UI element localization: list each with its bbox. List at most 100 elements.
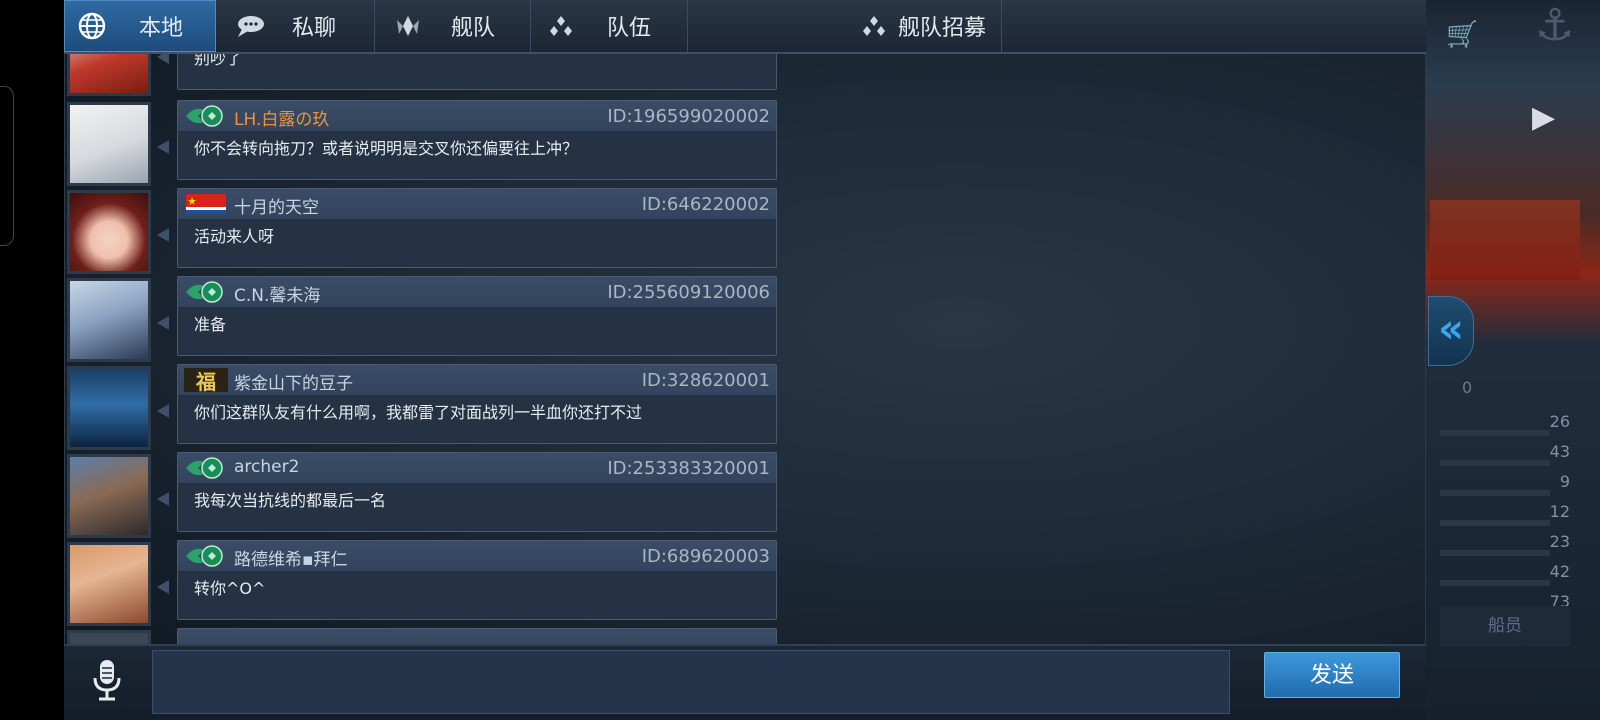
message-list[interactable]: 别吵了 LH.白露の玖 ID:196599020002 你不会转向拖刀？或者说明… xyxy=(65,54,785,644)
tab-label: 队伍 xyxy=(607,16,652,41)
speech-bubble-icon xyxy=(234,13,266,39)
message-item xyxy=(65,628,785,644)
green-wing-badge-icon xyxy=(186,281,223,303)
device-notch xyxy=(0,86,14,246)
message-header: 十月的天空 ID:646220002 xyxy=(178,189,776,219)
stat-row: 43 xyxy=(1440,442,1570,472)
avatar[interactable] xyxy=(67,366,151,450)
user-id: ID:689620003 xyxy=(641,546,770,567)
avatar[interactable] xyxy=(67,102,151,186)
message-bubble: 别吵了 xyxy=(177,54,777,90)
microphone-icon[interactable] xyxy=(90,658,124,702)
message-bubble: 路德维希▪拜仁 ID:689620003 转你^O^ xyxy=(177,540,777,620)
user-id: ID:253383320001 xyxy=(607,458,770,479)
bubble-pointer xyxy=(157,228,169,242)
message-header: LH.白露の玖 ID:196599020002 xyxy=(178,101,776,131)
message-item: archer2 ID:253383320001 我每次当抗线的都最后一名 xyxy=(65,452,785,538)
message-text: 转你^O^ xyxy=(194,579,266,598)
bubble-pointer xyxy=(157,54,169,64)
user-id: ID:196599020002 xyxy=(607,106,770,127)
user-id: ID:255609120006 xyxy=(607,282,770,303)
message-header: archer2 ID:253383320001 xyxy=(178,453,776,483)
stat-row: 42 xyxy=(1440,562,1570,592)
username[interactable]: 路德维希▪拜仁 xyxy=(234,545,348,570)
message-text: 你不会转向拖刀？或者说明明是交叉你还偏要往上冲？ xyxy=(194,139,579,158)
stat-row: 9 xyxy=(1440,472,1570,502)
bubble-pointer xyxy=(157,404,169,418)
double-chevron-left-icon: « xyxy=(1438,306,1464,352)
message-header: 福 紫金山下的豆子 ID:328620001 xyxy=(178,365,776,395)
message-text: 活动来人呀 xyxy=(194,227,275,246)
message-input[interactable] xyxy=(152,650,1230,714)
tab-label: 舰队招募 xyxy=(898,16,987,41)
tab-label: 本地 xyxy=(139,16,184,41)
stat-row: 26 xyxy=(1440,412,1570,442)
message-bubble xyxy=(177,628,777,644)
chat-input-bar: 发送 xyxy=(64,644,1426,720)
green-wing-badge-icon xyxy=(186,457,223,479)
stat-zero: 0 xyxy=(1462,378,1473,397)
message-bubble: LH.白露の玖 ID:196599020002 你不会转向拖刀？或者说明明是交叉… xyxy=(177,100,777,180)
bubble-pointer xyxy=(157,140,169,154)
avatar[interactable] xyxy=(67,190,151,274)
message-header xyxy=(178,629,776,644)
message-bubble: C.N.馨未海 ID:255609120006 准备 xyxy=(177,276,777,356)
play-arrow-icon[interactable]: ▶ xyxy=(1532,100,1555,135)
message-item: C.N.馨未海 ID:255609120006 准备 xyxy=(65,276,785,362)
tab-private-chat[interactable]: 私聊 xyxy=(216,0,375,52)
ship-banner xyxy=(1430,200,1580,280)
tab-team[interactable]: 队伍 xyxy=(531,0,688,52)
bubble-pointer xyxy=(157,580,169,594)
username[interactable]: archer2 xyxy=(234,457,299,477)
message-item: 路德维希▪拜仁 ID:689620003 转你^O^ xyxy=(65,540,785,626)
anchor-icon: ⚓ xyxy=(1535,0,1575,51)
avatar[interactable] xyxy=(67,278,151,362)
ship-stats: 26 43 9 12 23 42 73 xyxy=(1440,412,1570,622)
message-item: 福 紫金山下的豆子 ID:328620001 你们这群队友有什么用啊，我都雷了对… xyxy=(65,364,785,450)
crew-button[interactable]: 船员 xyxy=(1440,606,1570,646)
avatar[interactable] xyxy=(67,542,151,626)
tab-fleet[interactable]: 舰队 xyxy=(375,0,531,52)
username[interactable]: 紫金山下的豆子 xyxy=(234,369,353,394)
message-text: 准备 xyxy=(194,315,227,334)
device-edge xyxy=(0,0,64,720)
message-bubble: 十月的天空 ID:646220002 活动来人呀 xyxy=(177,188,777,268)
avatar[interactable] xyxy=(67,630,151,644)
chat-tab-bar: 本地 私聊 舰队 队伍 舰队招募 xyxy=(64,0,1426,54)
message-item: 十月的天空 ID:646220002 活动来人呀 xyxy=(65,188,785,274)
message-item: LH.白露の玖 ID:196599020002 你不会转向拖刀？或者说明明是交叉… xyxy=(65,100,785,186)
avatar[interactable] xyxy=(67,454,151,538)
message-item: 别吵了 xyxy=(65,54,785,96)
navy-flag-badge-icon xyxy=(186,194,226,214)
message-bubble: archer2 ID:253383320001 我每次当抗线的都最后一名 xyxy=(177,452,777,532)
message-text: 你们这群队友有什么用啊，我都雷了对面战列一半血你还打不过 xyxy=(194,403,643,422)
username[interactable]: 十月的天空 xyxy=(234,193,319,218)
message-bubble: 福 紫金山下的豆子 ID:328620001 你们这群队友有什么用啊，我都雷了对… xyxy=(177,364,777,444)
username[interactable]: LH.白露の玖 xyxy=(234,105,329,130)
send-button[interactable]: 发送 xyxy=(1264,652,1400,698)
stat-row: 23 xyxy=(1440,532,1570,562)
shop-cart-icon[interactable]: 🛒 xyxy=(1446,20,1482,50)
user-id: ID:328620001 xyxy=(641,370,770,391)
fu-badge-icon: 福 xyxy=(184,368,228,394)
green-wing-badge-icon xyxy=(186,545,223,567)
tab-label: 私聊 xyxy=(292,16,337,41)
collapse-chat-button[interactable]: « xyxy=(1428,296,1474,366)
fleet-emblem-icon xyxy=(393,12,423,40)
message-text: 我每次当抗线的都最后一名 xyxy=(194,491,387,510)
chat-area[interactable]: 别吵了 LH.白露の玖 ID:196599020002 你不会转向拖刀？或者说明… xyxy=(64,54,1426,644)
message-header: C.N.馨未海 ID:255609120006 xyxy=(178,277,776,307)
bubble-pointer xyxy=(157,316,169,330)
team-dots-icon xyxy=(547,13,575,39)
message-text: 别吵了 xyxy=(194,54,243,68)
avatar[interactable] xyxy=(67,54,151,96)
tab-local[interactable]: 本地 xyxy=(64,0,216,52)
tab-label: 舰队 xyxy=(451,16,496,41)
user-id: ID:646220002 xyxy=(641,194,770,215)
globe-icon xyxy=(77,11,107,41)
bubble-pointer xyxy=(157,492,169,506)
tab-fleet-recruit[interactable]: 舰队招募 xyxy=(688,0,1002,52)
green-wing-badge-icon xyxy=(186,105,223,127)
message-header: 路德维希▪拜仁 ID:689620003 xyxy=(178,541,776,571)
username[interactable]: C.N.馨未海 xyxy=(234,281,320,306)
